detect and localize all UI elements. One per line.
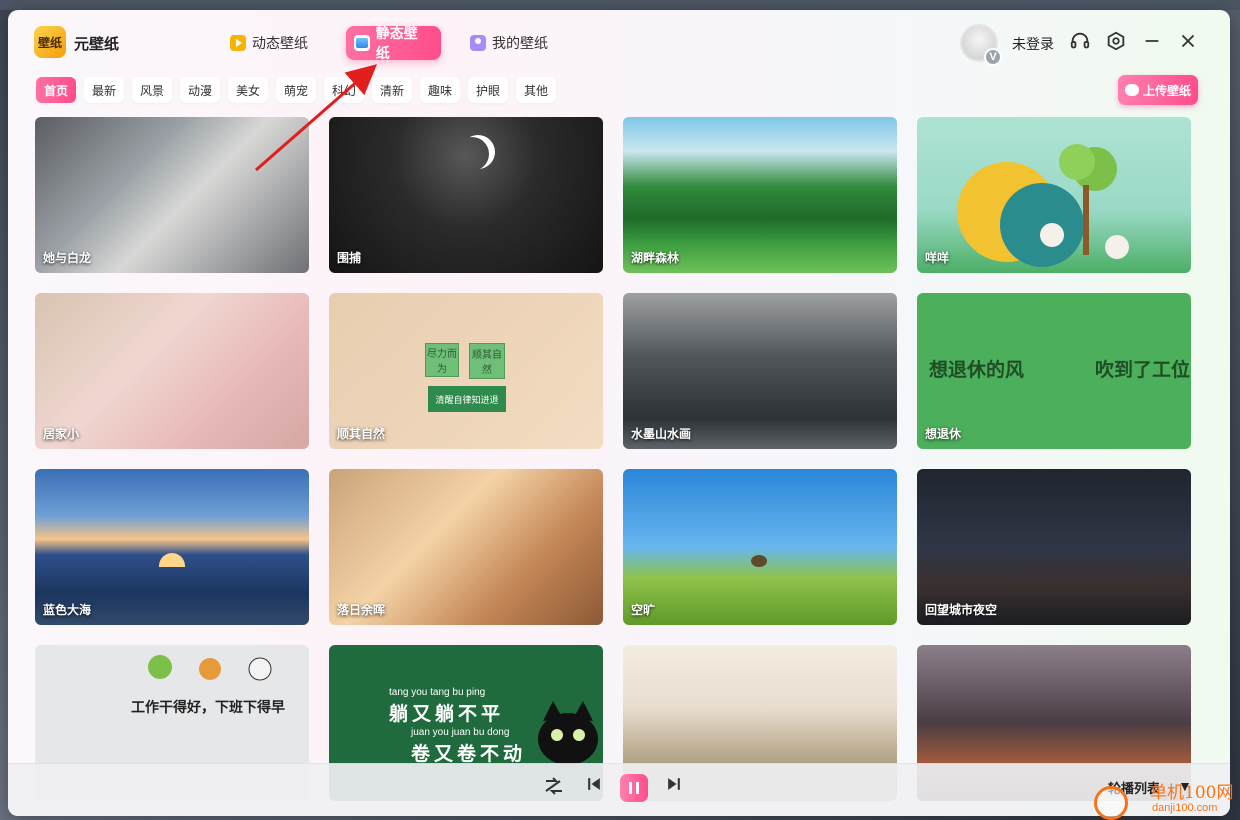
wallpaper-caption: 空旷 — [631, 603, 656, 617]
tab-my-wallpaper[interactable]: 我的壁纸 — [462, 26, 558, 60]
tab-label: 静态壁纸 — [375, 25, 418, 61]
app-logo: 壁纸 — [34, 26, 66, 58]
app-name: 元壁纸 — [74, 36, 120, 53]
cloud-icon — [1124, 84, 1139, 96]
wallpaper-caption: 水墨山水画 — [631, 427, 692, 441]
wallpaper-card[interactable]: 湖畔森林 — [623, 117, 897, 273]
wallpaper-card[interactable]: 落日余晖 — [329, 469, 603, 625]
wallpaper-caption: 咩咩 — [925, 251, 950, 265]
wallpaper-text: 想退休的风 — [929, 360, 1025, 381]
wallpaper-caption: 湖畔森林 — [631, 251, 680, 265]
wallpaper-caption: 她与白龙 — [43, 251, 92, 265]
wallpaper-caption: 落日余晖 — [337, 603, 386, 617]
next-icon[interactable] — [660, 774, 688, 802]
sunset-icon — [159, 553, 185, 567]
image-icon — [354, 35, 370, 51]
vip-badge: V — [984, 48, 1002, 66]
watermark-site: 单机100网 — [1150, 783, 1234, 803]
settings-icon[interactable] — [1104, 30, 1128, 54]
sticky-note: 尽力而为 — [425, 343, 459, 377]
wallpaper-caption: 想退休 — [925, 427, 962, 441]
wallpaper-caption: 围捕 — [337, 251, 362, 265]
wallpaper-card[interactable]: 回望城市夜空 — [917, 469, 1191, 625]
wallpaper-card[interactable]: 围捕 — [329, 117, 603, 273]
sticky-note: 顺其自然 — [469, 343, 505, 379]
desktop-background — [0, 0, 1240, 10]
watermark-url: danji100.com — [1152, 802, 1218, 814]
category-latest[interactable]: 最新 — [84, 77, 124, 103]
previous-icon[interactable] — [580, 774, 608, 802]
video-icon — [230, 35, 246, 51]
category-scenery[interactable]: 风景 — [132, 77, 172, 103]
wallpaper-card[interactable]: 水墨山水画 — [623, 293, 897, 449]
category-fresh[interactable]: 清新 — [372, 77, 412, 103]
app-logo-text: 壁纸 — [37, 35, 62, 50]
tab-dynamic-wallpaper[interactable]: 动态壁纸 — [222, 26, 318, 60]
pinyin-text: tang you tang bu ping — [389, 687, 486, 698]
wallpaper-card[interactable]: 空旷 — [623, 469, 897, 625]
wallpaper-card[interactable]: 她与白龙 — [35, 117, 309, 273]
cartoon-animals-illustration — [148, 655, 272, 681]
login-link[interactable]: 未登录 — [1012, 34, 1054, 54]
app-window: 壁纸 元壁纸 动态壁纸 静态壁纸 我的壁纸 V 未登录 首页 最新 风景 动漫 … — [8, 10, 1230, 816]
wallpaper-card[interactable]: 咩咩 — [917, 117, 1191, 273]
pause-button[interactable] — [620, 774, 648, 802]
tab-label: 动态壁纸 — [252, 35, 308, 51]
category-pets[interactable]: 萌宠 — [276, 77, 316, 103]
shuffle-icon[interactable] — [540, 774, 568, 802]
wallpaper-caption: 顺其自然 — [337, 427, 386, 441]
wallpaper-card[interactable]: 居家小 — [35, 293, 309, 449]
category-other[interactable]: 其他 — [516, 77, 556, 103]
upload-label: 上传壁纸 — [1142, 83, 1191, 98]
user-icon — [470, 35, 486, 51]
pinyin-text: juan you juan bu dong — [411, 727, 510, 738]
wallpaper-text: 卷又卷不动 — [411, 744, 527, 765]
category-anime[interactable]: 动漫 — [180, 77, 220, 103]
category-beauty[interactable]: 美女 — [228, 77, 268, 103]
category-scifi[interactable]: 科幻 — [324, 77, 364, 103]
wallpaper-text: 躺又躺不平 — [389, 704, 505, 725]
wallpaper-caption: 蓝色大海 — [43, 603, 92, 617]
category-home[interactable]: 首页 — [36, 77, 76, 103]
wallpaper-text: 工作干得好，下班下得早 — [131, 699, 285, 715]
player-bar — [8, 763, 1230, 816]
category-eye-care[interactable]: 护眼 — [468, 77, 508, 103]
sticky-note-main: 清醒自律知进退 — [428, 386, 506, 412]
moon-icon — [455, 137, 489, 171]
watermark-logo — [1094, 786, 1128, 820]
tab-label: 我的壁纸 — [492, 35, 548, 51]
black-cat-illustration — [538, 701, 598, 765]
wallpaper-text: 吹到了工位 — [1095, 360, 1191, 381]
yarn-sheep-illustration — [957, 144, 1129, 267]
wallpaper-caption: 回望城市夜空 — [925, 603, 998, 617]
category-fun[interactable]: 趣味 — [420, 77, 460, 103]
headset-icon[interactable] — [1068, 30, 1092, 54]
wallpaper-card[interactable]: 想退休的风 吹到了工位 想退休 — [917, 293, 1191, 449]
tab-static-wallpaper[interactable]: 静态壁纸 — [346, 25, 441, 61]
upload-wallpaper-button[interactable]: 上传壁纸 — [1118, 75, 1198, 105]
minimize-icon[interactable] — [1140, 30, 1164, 54]
wallpaper-caption: 居家小 — [43, 427, 80, 441]
tree-icon — [751, 555, 767, 567]
close-icon[interactable] — [1176, 30, 1200, 54]
wallpaper-card[interactable]: 蓝色大海 — [35, 469, 309, 625]
wallpaper-card[interactable]: 尽力而为 顺其自然 清醒自律知进退 顺其自然 — [329, 293, 603, 449]
